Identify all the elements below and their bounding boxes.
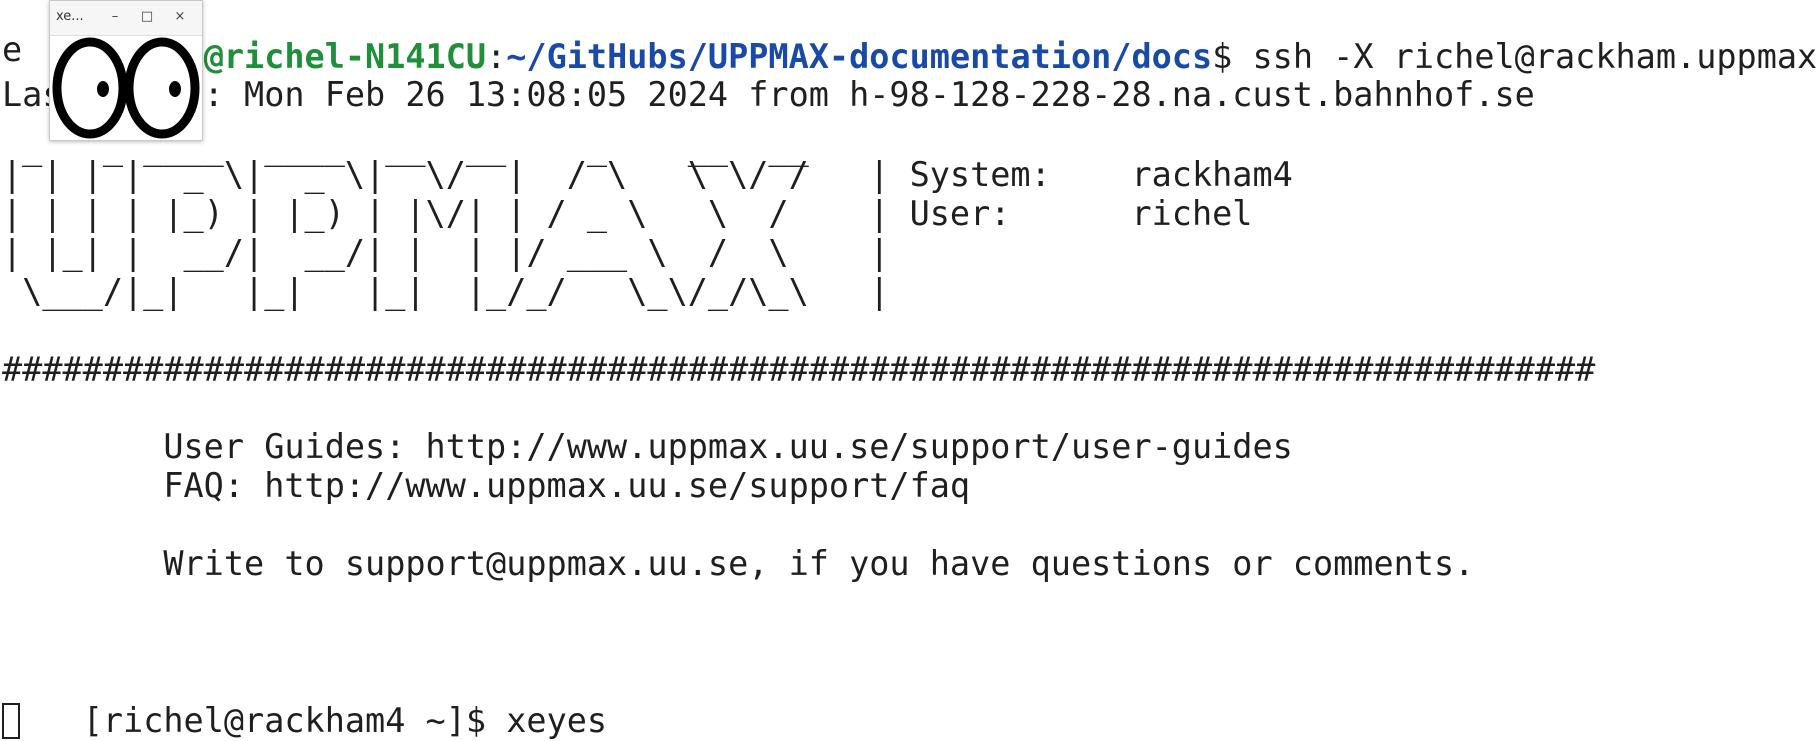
remote-prompt-line: [richel@rackham4 ~]$ xeyes — [2, 661, 607, 740]
faq-line: FAQ: http://www.uppmax.uu.se/support/faq — [2, 466, 971, 505]
prompt-separator: : — [486, 37, 507, 76]
remote-prompt: [richel@rackham4 ~]$ — [82, 701, 487, 740]
xeyes-canvas — [52, 37, 200, 139]
banner-line: | |_| | __/| __/| | | |/ ___ \ / \ | — [2, 233, 890, 272]
xeyes-command: xeyes — [486, 701, 608, 740]
right-eye — [124, 37, 200, 139]
banner-line: | | | | |_) | |_) | |\/| | / _ \ \ / | U… — [2, 194, 1253, 233]
ssh-command: ssh -X richel@rackham.uppmax.uu.s — [1252, 37, 1819, 76]
hash-rule: ########################################… — [2, 350, 1596, 389]
close-icon[interactable]: × — [171, 8, 189, 26]
xeyes-window[interactable]: xe... – □ × — [49, 0, 203, 141]
prompt-dollar: $ — [1212, 37, 1233, 76]
banner-line: \___/|_| |_| |_| |_/_/ \_\/_/\_\ | — [2, 272, 890, 311]
xeyes-title: xe... — [56, 9, 84, 24]
maximize-icon[interactable]: □ — [138, 8, 156, 26]
last-login-line: Last login: Mon Feb 26 13:08:05 2024 fro… — [2, 75, 1535, 114]
terminal-window[interactable]: richel@richel-N141CU:~/GitHubs/UPPMAX-do… — [0, 0, 1819, 741]
command-wrap: e — [2, 30, 23, 69]
user-guides-line: User Guides: http://www.uppmax.uu.se/sup… — [2, 427, 1293, 466]
banner-line: | | | | _ \| _ \| \/ | / \ \ \/ / | Syst… — [2, 155, 1293, 194]
minimize-icon[interactable]: – — [106, 8, 124, 26]
left-eye — [52, 37, 128, 139]
prompt-path: ~/GitHubs/UPPMAX-documentation/docs — [506, 37, 1213, 76]
local-prompt-line: richel@richel-N141CU:~/GitHubs/UPPMAX-do… — [2, 0, 1819, 76]
write-to-line: Write to support@uppmax.uu.se, if you ha… — [2, 544, 1475, 583]
left-pupil — [97, 81, 109, 97]
right-pupil — [169, 81, 181, 97]
xeyes-titlebar[interactable]: xe... – □ × — [50, 1, 202, 36]
text-cursor — [2, 703, 20, 739]
